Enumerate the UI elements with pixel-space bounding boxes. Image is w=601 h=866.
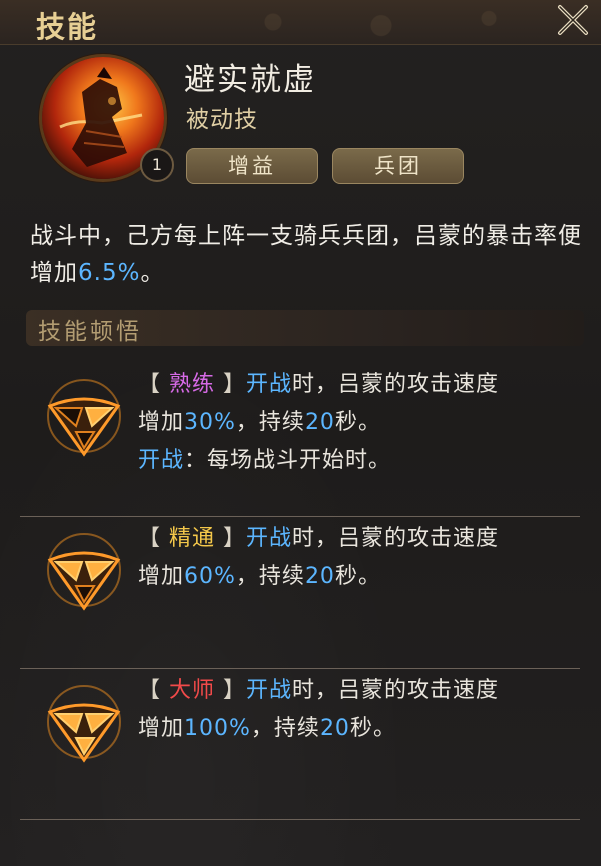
- description-suffix: 。: [140, 260, 165, 286]
- tag-legion[interactable]: 兵团: [332, 148, 464, 184]
- rank-label: 熟练: [169, 372, 216, 397]
- description-value: 6.5%: [78, 260, 141, 286]
- rank-bonus: 30%: [184, 410, 236, 435]
- rank-line2-prefix: 增加: [138, 716, 185, 741]
- rank-line1: 时，吕蒙的攻击速度: [292, 372, 500, 397]
- rank-line1: 时，吕蒙的攻击速度: [292, 526, 500, 551]
- rank-duration: 20: [304, 564, 335, 589]
- insight-emblem-icon: [42, 374, 126, 458]
- rank-label: 大师: [169, 678, 216, 703]
- insight-emblem-icon: [42, 680, 126, 764]
- rank-line2-prefix: 增加: [138, 410, 185, 435]
- skill-description: 战斗中，己方每上阵一支骑兵兵团，吕蒙的暴击率便增加6.5%。: [30, 218, 590, 292]
- rank-bonus: 100%: [184, 716, 251, 741]
- trigger-keyword: 开战: [246, 372, 293, 397]
- rank-label: 精通: [169, 526, 216, 551]
- rank-duration: 20: [304, 410, 335, 435]
- rank-description: 【 大师 】开战时，吕蒙的攻击速度 增加100%，持续20秒。: [138, 678, 500, 741]
- rank-line2-prefix: 增加: [138, 564, 185, 589]
- trigger-keyword: 开战: [246, 678, 293, 703]
- close-icon[interactable]: [555, 2, 591, 38]
- note-keyword: 开战: [138, 448, 185, 473]
- skill-panel: 技能 1 避实就虚 被动技 增益 兵团 战斗中，己方每上阵一支骑兵兵团，吕蒙的暴…: [0, 0, 601, 866]
- skill-level-badge: 1: [140, 148, 174, 182]
- rank-line1: 时，吕蒙的攻击速度: [292, 678, 500, 703]
- trigger-keyword: 开战: [246, 526, 293, 551]
- rank-description: 【 熟练 】开战时，吕蒙的攻击速度 增加30%，持续20秒。 开战：每场战斗开始…: [138, 372, 500, 473]
- rank-divider: [20, 516, 580, 517]
- insight-emblem-icon: [42, 528, 126, 612]
- rank-duration: 20: [319, 716, 350, 741]
- skill-name: 避实就虚: [184, 62, 316, 98]
- tag-buff[interactable]: 增益: [186, 148, 318, 184]
- rank-line2-suffix: 秒。: [349, 716, 396, 741]
- rank-line2-suffix: 秒。: [334, 410, 381, 435]
- rank-line2-mid: ，持续: [235, 564, 305, 589]
- rank-bonus: 60%: [184, 564, 236, 589]
- insight-section-header: 技能顿悟: [26, 310, 584, 346]
- rank-description: 【 精通 】开战时，吕蒙的攻击速度 增加60%，持续20秒。: [138, 526, 500, 589]
- panel-title: 技能: [36, 10, 99, 44]
- rank-line2-mid: ，持续: [235, 410, 305, 435]
- note-text: ：每场战斗开始时。: [184, 448, 392, 473]
- bottom-divider: [20, 819, 580, 820]
- rank-line2-mid: ，持续: [250, 716, 320, 741]
- rank-line2-suffix: 秒。: [334, 564, 381, 589]
- skill-type: 被动技: [186, 107, 258, 133]
- cloud-decoration: [201, 4, 561, 40]
- rank-divider: [20, 668, 580, 669]
- insight-section-title: 技能顿悟: [38, 319, 142, 345]
